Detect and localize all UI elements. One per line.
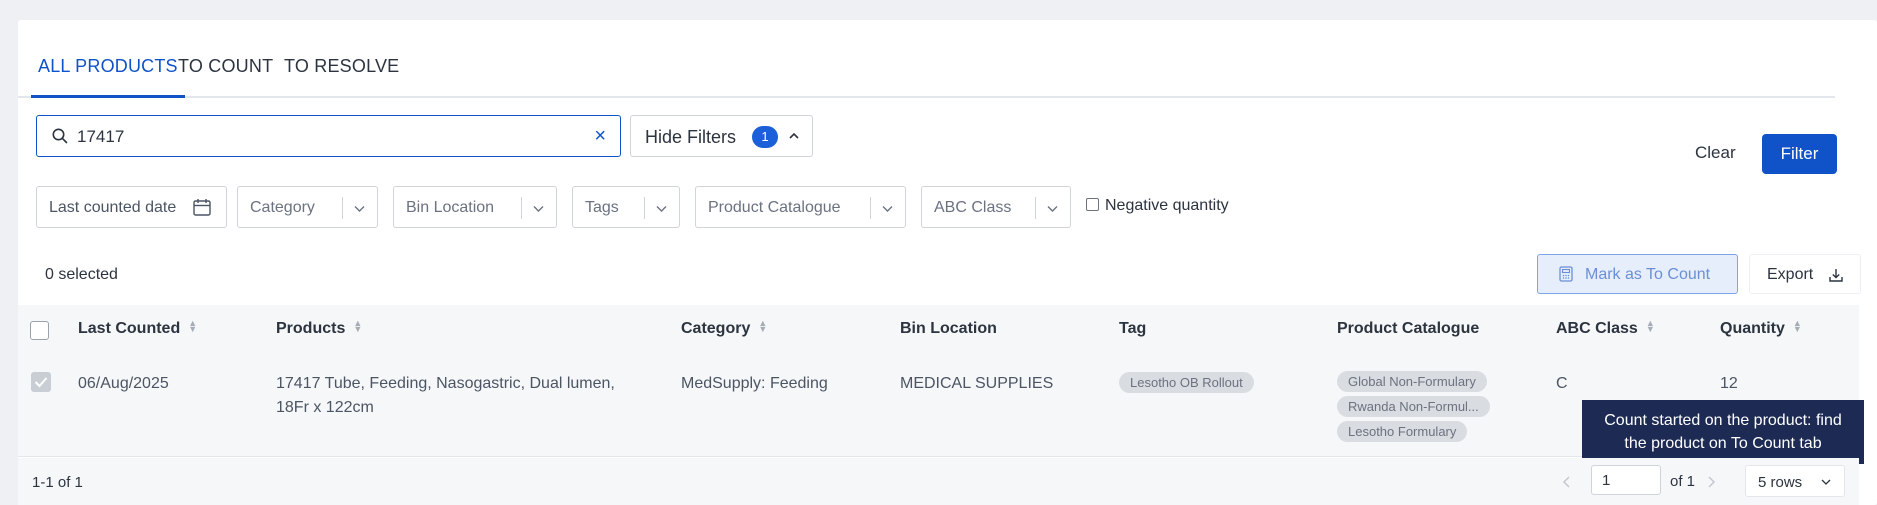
column-header-label: Category [681,320,751,337]
divider [644,197,645,219]
negative-quantity-label: Negative quantity [1105,197,1229,214]
divider [1035,197,1036,219]
bin-location-select-label: Bin Location [406,199,495,216]
column-header-label: Last Counted [78,320,181,337]
tab-to-count[interactable]: TO COUNT [178,56,273,77]
tab-to-resolve[interactable]: TO RESOLVE [284,56,399,77]
row-checkbox[interactable] [31,372,51,392]
product-cell: 17417 Tube, Feeding, Nasogastric, Dual l… [276,372,656,420]
rows-per-page-select[interactable]: 5 rows [1745,465,1845,497]
search-value: 17417 [77,127,125,146]
column-header-category[interactable]: Category ▲ ▼ [681,318,768,338]
chevron-up-icon [789,132,799,139]
search-icon [52,128,68,144]
search-input[interactable]: 17417 × [36,115,621,157]
column-header-last-counted[interactable]: Last Counted ▲ ▼ [78,318,198,338]
divider [521,197,522,219]
divider [870,197,871,219]
product-name-line: 18Fr x 122cm [276,399,374,416]
chevron-down-icon [656,206,667,212]
sort-icon: ▲ ▼ [1792,318,1802,334]
export-label: Export [1767,266,1814,283]
calendar-icon [193,199,211,216]
product-catalogue-select-label: Product Catalogue [708,199,841,216]
sort-icon: ▲ ▼ [353,318,363,334]
tags-select-label: Tags [585,199,619,216]
calculator-icon [1559,266,1573,282]
column-header-tag: Tag [1119,320,1147,337]
last-counted-cell: 06/Aug/2025 [78,375,169,392]
last-counted-date-picker[interactable]: Last counted date [36,186,227,228]
column-header-label: ABC Class [1556,320,1638,337]
row-range: 1-1 of 1 [32,474,83,491]
quantity-cell: 12 [1720,375,1738,392]
chevron-right-icon[interactable] [1704,475,1718,489]
column-header-product-catalogue: Product Catalogue [1337,320,1480,337]
column-header-bin-location: Bin Location [900,320,997,337]
category-cell: MedSupply: Feeding [681,375,828,392]
chevron-left-icon[interactable] [1560,475,1574,489]
abc-class-select[interactable]: ABC Class [921,186,1071,228]
close-icon[interactable]: × [594,125,606,148]
filter-count-badge: 1 [752,126,778,148]
tab-bar: ALL PRODUCTS TO COUNT TO RESOLVE [18,36,1835,98]
abc-class-select-label: ABC Class [934,199,1012,216]
bin-location-select[interactable]: Bin Location [393,186,557,228]
rows-per-page-label: 5 rows [1758,474,1803,491]
column-header-products[interactable]: Products ▲ ▼ [276,318,363,338]
last-counted-date-label: Last counted date [49,199,177,216]
tags-select[interactable]: Tags [572,186,680,228]
chevron-down-icon [1047,206,1058,212]
column-header-label: Quantity [1720,320,1785,337]
negative-quantity-checkbox[interactable]: Negative quantity [1086,197,1229,215]
page-number-input[interactable]: 1 [1591,465,1661,495]
column-header-abc-class[interactable]: ABC Class ▲ ▼ [1556,318,1655,338]
check-icon [34,377,48,388]
divider [342,197,343,219]
category-select[interactable]: Category [237,186,378,228]
chevron-down-icon [533,206,544,212]
product-name-line: 17417 Tube, Feeding, Nasogastric, Dual l… [276,375,615,392]
download-icon [1829,269,1843,282]
select-all-checkbox[interactable] [30,321,49,340]
hide-filters-label: Hide Filters [645,127,737,147]
bin-location-cell: MEDICAL SUPPLIES [900,375,1054,392]
count-started-tooltip: Count started on the product: find the p… [1582,400,1864,464]
column-header-label: Products [276,320,346,337]
tag-chip: Lesotho OB Rollout [1119,372,1254,393]
catalogue-chip: Lesotho Formulary [1337,421,1468,442]
selected-count: 0 selected [45,266,118,283]
active-tab-indicator [31,95,185,98]
clear-button[interactable]: Clear [1695,143,1736,163]
export-button[interactable]: Export [1749,254,1861,294]
tooltip-line: the product on To Count tab [1624,435,1822,452]
catalogue-chip: Rwanda Non-Formul... [1337,396,1490,417]
category-select-label: Category [250,199,315,216]
mark-as-to-count-label: Mark as To Count [1585,266,1711,283]
chevron-down-icon [882,206,893,212]
table-footer: 1-1 of 1 1 of 1 5 rows [18,458,1859,505]
table-header: Last Counted ▲ ▼ Products ▲ ▼ Category ▲ ▼ Bin… [18,305,1859,355]
chevron-down-icon [354,206,365,212]
tooltip-line: Count started on the product: find [1604,412,1842,429]
tab-all-products[interactable]: ALL PRODUCTS [38,56,178,77]
sort-icon: ▲ ▼ [758,318,768,334]
mark-as-to-count-button[interactable]: Mark as To Count [1537,254,1738,294]
product-catalogue-select[interactable]: Product Catalogue [695,186,906,228]
product-catalogue-cell: Global Non-Formulary Rwanda Non-Formul..… [1337,371,1537,446]
filter-button[interactable]: Filter [1762,134,1837,174]
abc-class-cell: C [1556,375,1568,392]
sort-icon: ▲ ▼ [1645,318,1655,334]
catalogue-chip: Global Non-Formulary [1337,371,1487,392]
page-total: of 1 [1670,473,1696,490]
chevron-down-icon [1821,479,1831,485]
sort-icon: ▲ ▼ [188,318,198,334]
checkbox[interactable] [1086,198,1099,211]
column-header-quantity[interactable]: Quantity ▲ ▼ [1720,318,1802,338]
hide-filters-button[interactable]: Hide Filters 1 [630,115,813,157]
tag-cell: Lesotho OB Rollout [1119,371,1254,395]
